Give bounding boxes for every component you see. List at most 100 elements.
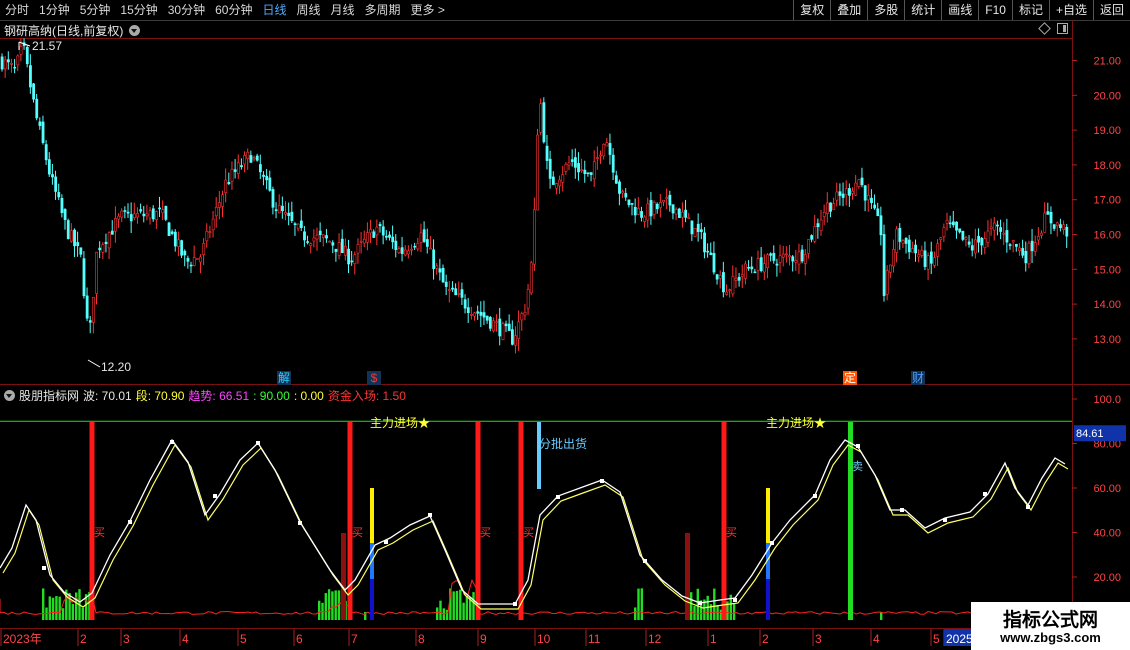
candle-body <box>844 188 848 196</box>
blue-segment <box>766 579 770 620</box>
candle-body <box>725 291 729 295</box>
funds-bar <box>331 591 334 620</box>
candle-body <box>857 179 861 187</box>
weak-signal-bar <box>341 533 346 620</box>
candle-body <box>696 223 700 232</box>
candle-body <box>703 232 706 253</box>
candle-body <box>16 55 20 66</box>
candle-body <box>1005 230 1009 243</box>
candle-body <box>885 270 889 295</box>
funds-bar <box>48 596 51 620</box>
time-axis-label: 2 <box>80 632 87 646</box>
candle-body <box>655 203 659 210</box>
candle-body <box>202 243 206 255</box>
price-axis-label: 18.00 <box>1093 160 1121 172</box>
funds-bar <box>51 597 55 620</box>
candle-body <box>586 172 590 175</box>
time-axis-label: 4 <box>873 632 880 646</box>
oscillator-dot <box>256 441 260 445</box>
candle-body <box>974 239 977 254</box>
candle-body <box>441 267 445 283</box>
funds-bar <box>55 596 58 620</box>
candle-body <box>712 253 716 273</box>
candle-body <box>992 222 996 231</box>
candle-body <box>693 227 697 237</box>
oscillator-dot <box>213 494 217 498</box>
candle-body <box>539 103 543 133</box>
candle-body <box>526 289 530 309</box>
candle-body <box>444 281 448 287</box>
candle-body <box>1014 244 1018 247</box>
candle-body <box>580 169 584 172</box>
funds-line <box>0 578 1065 616</box>
candle-body <box>425 239 429 247</box>
candle-body <box>73 229 76 247</box>
funds-bar <box>81 607 84 620</box>
funds-bar <box>713 588 716 620</box>
candle-body <box>999 227 1003 232</box>
candle-body <box>898 227 902 242</box>
oscillator-signal-line <box>2 443 1069 610</box>
candle-body <box>123 210 127 212</box>
candle-body <box>196 258 199 260</box>
candle-body <box>718 275 722 279</box>
price-axis-label: 21.00 <box>1093 56 1121 68</box>
candle-body <box>548 158 552 179</box>
candle-body <box>1040 232 1044 236</box>
candle-body <box>318 230 322 236</box>
candle-body <box>848 188 851 196</box>
candle-body <box>1011 240 1015 243</box>
candle-body <box>866 195 870 201</box>
candle-body <box>388 234 391 238</box>
candle-body <box>350 260 354 263</box>
candle-body <box>482 312 486 318</box>
time-axis-label: 11 <box>588 632 601 646</box>
price-axis-label: 17.00 <box>1093 195 1121 207</box>
candle-body <box>624 193 628 198</box>
funds-bar <box>455 590 459 620</box>
candle-body <box>41 121 45 143</box>
funds-bar <box>462 602 465 620</box>
candle-body <box>183 250 187 256</box>
candle-body <box>54 176 58 192</box>
candle-body <box>803 254 807 264</box>
time-axis-label: 1 <box>710 632 717 646</box>
oscillator-dot <box>513 602 517 606</box>
candle-body <box>281 205 284 212</box>
candle-body <box>344 245 347 256</box>
candle-body <box>107 232 111 249</box>
time-axis-label: 10 <box>537 632 551 646</box>
candle-body <box>602 144 606 157</box>
candle-body <box>268 177 272 191</box>
candle-body <box>211 218 215 231</box>
candle-body <box>907 239 911 253</box>
candle-body <box>356 244 360 254</box>
candle-body <box>756 258 760 271</box>
candle-body <box>60 197 64 214</box>
candle-body <box>410 248 414 251</box>
indicator-axis-label: 20.00 <box>1093 572 1121 584</box>
main-force-label: 主力进场★ <box>370 416 430 430</box>
candle-body <box>671 204 675 214</box>
indicator-axis-label: 100.0 <box>1093 394 1121 406</box>
candle-body <box>265 175 269 181</box>
candle-body <box>495 321 499 324</box>
chart-canvas[interactable]: 21.00 20.00 19.00 18.00 17.00 16.00 15.00 14.00… <box>0 0 1130 650</box>
candle-body <box>504 323 508 327</box>
candle-body <box>70 230 73 242</box>
funds-bar <box>637 588 640 620</box>
candle-body <box>1062 224 1066 231</box>
indicator-axis-label: 40.00 <box>1093 528 1121 540</box>
candle-body <box>296 223 300 229</box>
candle-body <box>573 157 577 168</box>
candle-body <box>822 211 826 217</box>
candle-body <box>882 234 886 296</box>
candle-body <box>394 240 398 250</box>
candle-body <box>38 121 42 126</box>
candle-body <box>567 162 571 166</box>
candle-body <box>347 248 351 265</box>
candle-body <box>772 252 776 261</box>
candle-body <box>942 227 946 238</box>
candle-body <box>218 202 221 208</box>
candle-body <box>208 231 212 234</box>
